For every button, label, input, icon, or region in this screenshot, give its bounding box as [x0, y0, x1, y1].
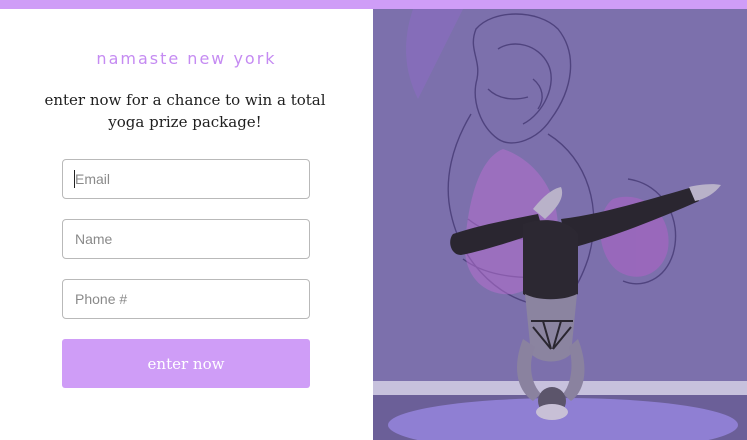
hero-yoga-photo [373, 9, 747, 440]
phone-field[interactable] [62, 279, 310, 319]
promo-headline: enter now for a chance to win a total yo… [44, 91, 326, 131]
text-caret [74, 170, 75, 188]
enter-now-button[interactable]: enter now [62, 339, 310, 388]
brand-title: namaste new york [96, 49, 277, 68]
email-field[interactable] [62, 159, 310, 199]
signup-panel: namaste new york enter now for a chance … [0, 9, 373, 440]
name-field[interactable] [62, 219, 310, 259]
top-accent-bar [0, 0, 747, 9]
